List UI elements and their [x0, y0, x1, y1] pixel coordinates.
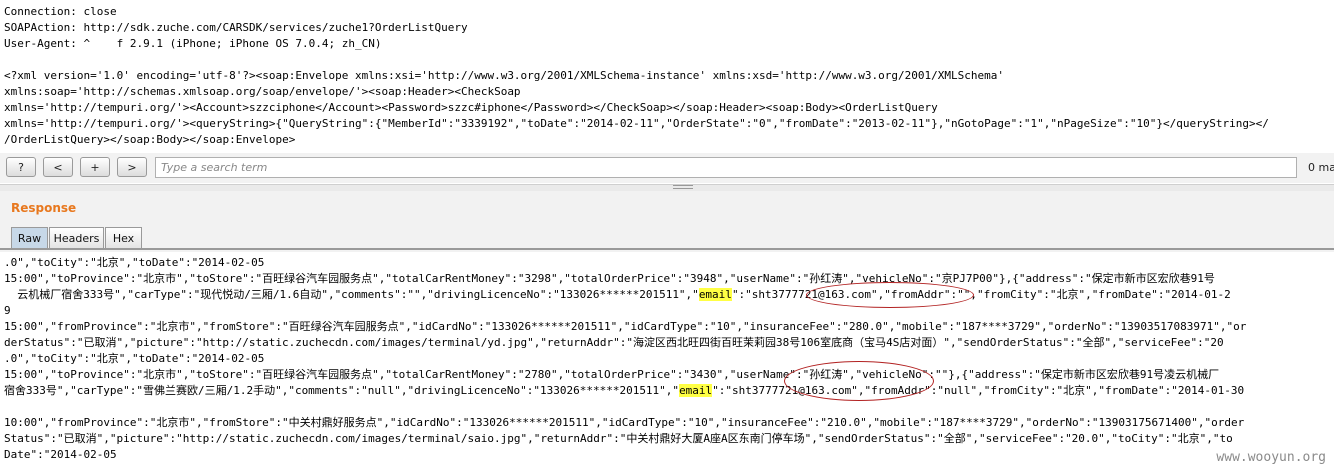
tab-underline — [0, 248, 1334, 250]
response-line: 宿舍333号","carType":"雪佛兰赛欧/三厢/1.2手动","comm… — [4, 384, 1245, 397]
watermark: www.wooyun.org — [1216, 450, 1326, 465]
email-highlight: email — [679, 384, 713, 397]
response-line: Date":"2014-02-05 — [4, 448, 117, 461]
response-title: Response — [11, 201, 77, 215]
request-line: <?xml version='1.0' encoding='utf-8'?><s… — [4, 69, 1005, 82]
response-line: 15:00","fromProvince":"北京市","fromStore":… — [4, 320, 1247, 333]
request-line: User-Agent: ^ f 2.9.1 (iPhone; iPhone OS… — [4, 37, 382, 50]
tab-headers[interactable]: Headers — [49, 227, 104, 248]
response-line: Status":"已取消","picture":"http://static.z… — [4, 432, 1233, 445]
email-highlight: email — [698, 288, 732, 301]
search-input[interactable]: Type a search term — [155, 157, 1297, 178]
response-line: 15:00","toProvince":"北京市","toStore":"百旺绿… — [4, 272, 1215, 285]
add-search-button[interactable]: + — [80, 157, 110, 177]
match-count: 0 matches — [1308, 161, 1334, 174]
divider-grip-icon[interactable] — [673, 185, 693, 189]
tab-hex[interactable]: Hex — [105, 227, 142, 248]
request-line: xmlns='http://tempuri.org/'><Account>szz… — [4, 101, 938, 114]
request-line: xmlns:soap='http://schemas.xmlsoap.org/s… — [4, 85, 521, 98]
request-editor[interactable]: Connection: close SOAPAction: http://sdk… — [0, 0, 1334, 152]
response-line: 9 — [4, 304, 11, 317]
response-panel: Response Raw Headers Hex .0","toCity":"北… — [0, 191, 1334, 469]
response-line: 10:00","fromProvince":"北京市","fromStore":… — [4, 416, 1245, 429]
response-line: .0","toCity":"北京","toDate":"2014-02-05 — [4, 256, 265, 269]
help-button[interactable]: ? — [6, 157, 36, 177]
response-line: 15:00","toProvince":"北京市","toStore":"百旺绿… — [4, 368, 1220, 381]
request-line: Connection: close — [4, 5, 117, 18]
previous-match-button[interactable]: < — [43, 157, 73, 177]
response-line: 云机械厂宿舍333号","carType":"现代悦动/三厢/1.6自动","c… — [4, 288, 1231, 301]
request-search-bar: ? < + > Type a search term 0 matches — [0, 153, 1334, 183]
tab-raw[interactable]: Raw — [11, 227, 48, 248]
request-line: xmlns='http://tempuri.org/'><queryString… — [4, 117, 1269, 130]
response-line: .0","toCity":"北京","toDate":"2014-02-05 — [4, 352, 265, 365]
request-line: SOAPAction: http://sdk.zuche.com/CARSDK/… — [4, 21, 468, 34]
response-line: derStatus":"已取消","picture":"http://stati… — [4, 336, 1224, 349]
request-line: /OrderListQuery></soap:Body></soap:Envel… — [4, 133, 296, 146]
response-editor[interactable]: .0","toCity":"北京","toDate":"2014-02-05 1… — [0, 252, 1334, 469]
next-match-button[interactable]: > — [117, 157, 147, 177]
